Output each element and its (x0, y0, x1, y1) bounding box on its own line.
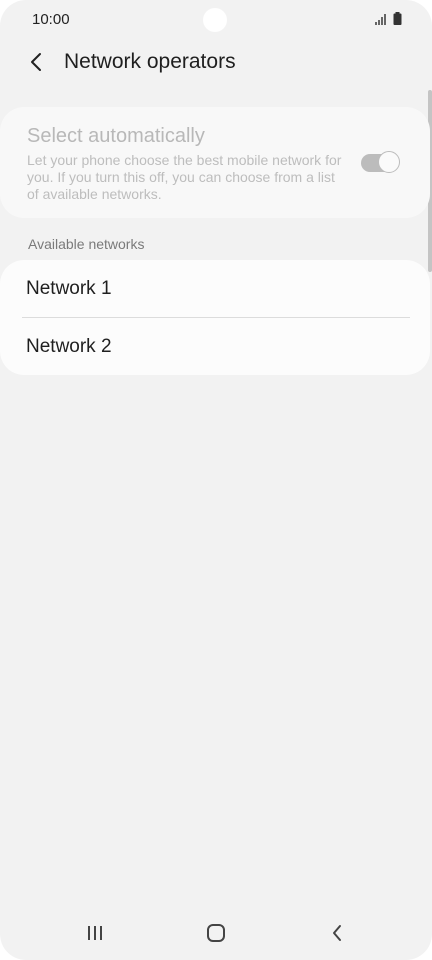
select-automatically-title: Select automatically (27, 125, 205, 147)
chevron-left-icon (31, 53, 41, 71)
app-bar: Network operators (0, 40, 432, 84)
signal-icon (375, 14, 386, 25)
home-button[interactable] (201, 920, 231, 946)
status-icons (375, 12, 402, 25)
status-time: 10:00 (32, 11, 70, 28)
network-item[interactable]: Network 2 (0, 318, 430, 375)
available-networks-list: Network 1 Network 2 (0, 260, 430, 375)
page-title: Network operators (64, 50, 236, 73)
available-networks-header: Available networks (28, 236, 145, 252)
nav-back-button[interactable] (322, 920, 352, 946)
toggle-thumb (378, 151, 400, 173)
back-button[interactable] (22, 48, 50, 76)
back-icon (333, 925, 341, 941)
screen: 10:00 Network operators Select automatic… (0, 0, 432, 960)
select-automatically-description: Let your phone choose the best mobile ne… (27, 152, 342, 202)
select-automatically-toggle[interactable] (361, 151, 401, 175)
home-icon (207, 924, 225, 942)
status-bar: 10:00 (0, 0, 432, 40)
network-label: Network 1 (26, 278, 112, 299)
recents-icon (88, 926, 102, 940)
select-automatically-card: Select automatically Let your phone choo… (0, 107, 430, 218)
network-label: Network 2 (26, 336, 112, 357)
navigation-bar (0, 908, 432, 960)
front-camera-cutout (203, 8, 227, 32)
battery-icon (393, 12, 402, 25)
recents-button[interactable] (80, 920, 110, 946)
network-item[interactable]: Network 1 (0, 260, 430, 317)
